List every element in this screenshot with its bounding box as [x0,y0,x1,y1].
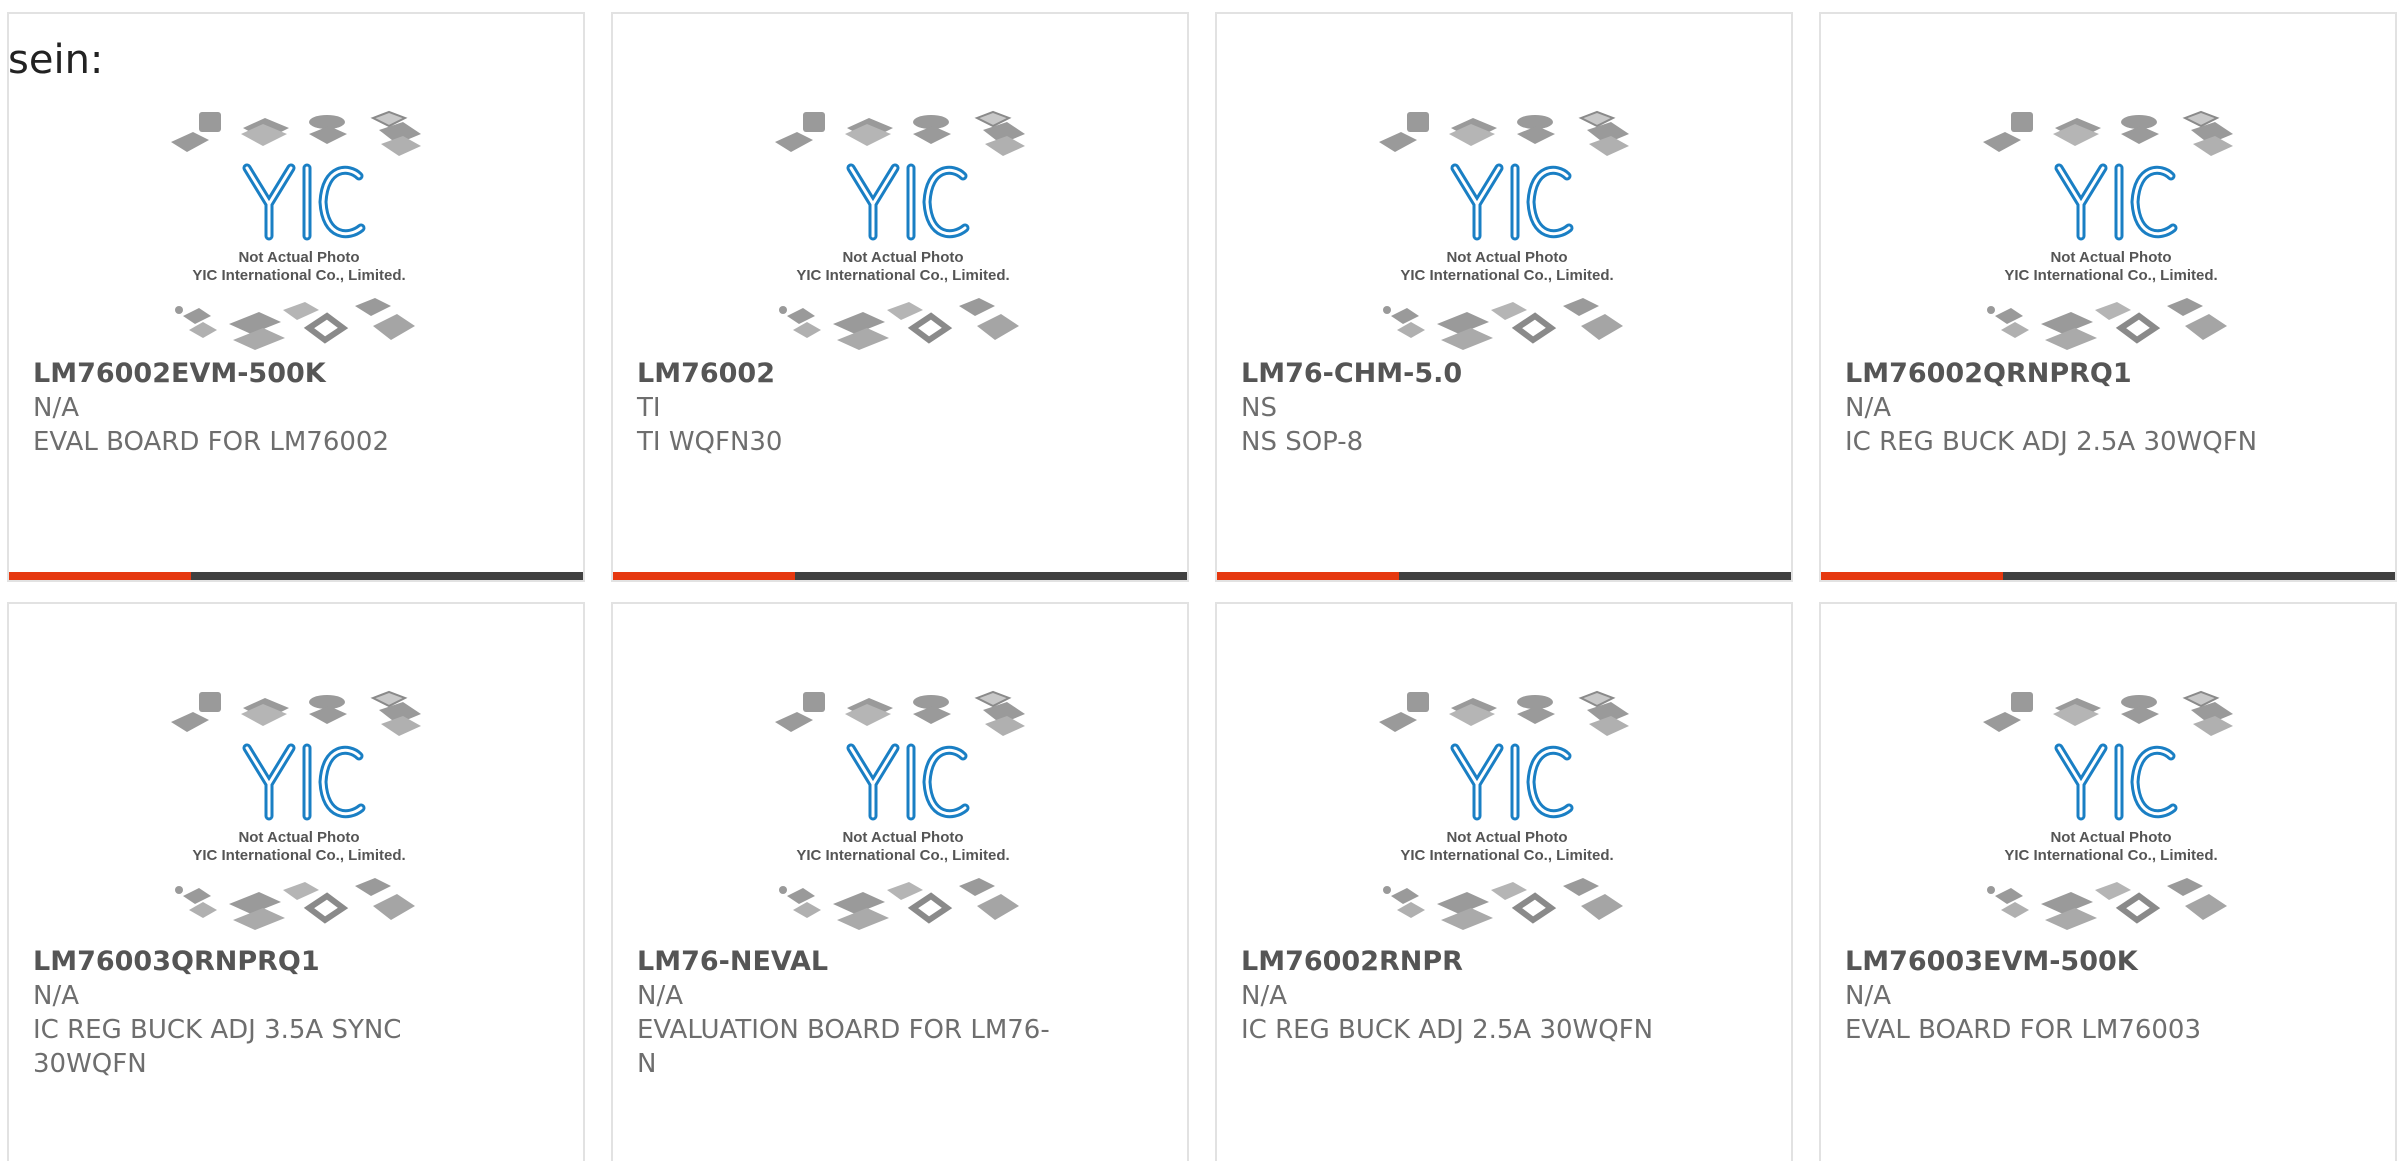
caption-line2: YIC International Co., Limited. [1400,847,1613,864]
product-placeholder-image[interactable]: Not Actual Photo YIC International Co., … [1367,104,1647,354]
caption-line2: YIC International Co., Limited. [796,267,1009,284]
card-accent-bar [1821,572,2003,580]
product-info: LM76002QRNPRQ1 N/A IC REG BUCK ADJ 2.5A … [1845,357,2365,459]
product-grid-page: sein: Not Actual Photo YIC International… [0,0,2400,1161]
manufacturer: N/A [33,393,79,423]
lead-text: sein: [8,37,104,83]
caption-line1: Not Actual Photo [238,829,359,846]
card-accent-bar [613,572,795,580]
product-description: EVAL BOARD FOR LM76003 [1845,1015,2201,1045]
caption-line2: YIC International Co., Limited. [1400,267,1613,284]
product-placeholder-image[interactable]: Not Actual Photo YIC International Co., … [1971,104,2251,354]
product-description: TI WQFN30 [637,427,783,457]
product-description: NS SOP-8 [1241,427,1364,457]
product-card[interactable]: Not Actual Photo YIC International Co., … [7,12,585,582]
product-card[interactable]: Not Actual Photo YIC International Co., … [7,602,585,1161]
caption-line2: YIC International Co., Limited. [2004,267,2217,284]
caption-line2: YIC International Co., Limited. [796,847,1009,864]
card-accent-bar [1217,572,1399,580]
product-placeholder-image[interactable]: Not Actual Photo YIC International Co., … [159,684,439,934]
caption-line1: Not Actual Photo [2050,829,2171,846]
card-accent-bar [9,572,191,580]
part-number[interactable]: LM76-CHM-5.0 [1241,357,1761,391]
part-number[interactable]: LM76002 [637,357,1157,391]
manufacturer: N/A [1845,981,1891,1011]
manufacturer: TI [637,393,661,423]
part-number[interactable]: LM76003QRNPRQ1 [33,945,553,979]
card-bottom-bar [613,572,1187,580]
manufacturer: N/A [1845,393,1891,423]
caption-line1: Not Actual Photo [842,249,963,266]
caption-line2: YIC International Co., Limited. [2004,847,2217,864]
caption-line1: Not Actual Photo [842,829,963,846]
manufacturer: NS [1241,393,1277,423]
product-card[interactable]: Not Actual Photo YIC International Co., … [1215,602,1793,1161]
product-placeholder-image[interactable]: Not Actual Photo YIC International Co., … [763,684,1043,934]
product-placeholder-image[interactable]: Not Actual Photo YIC International Co., … [763,104,1043,354]
part-number[interactable]: LM76003EVM-500K [1845,945,2365,979]
part-number[interactable]: LM76002EVM-500K [33,357,553,391]
caption-line2: YIC International Co., Limited. [192,847,405,864]
product-card[interactable]: Not Actual Photo YIC International Co., … [1819,12,2397,582]
product-description: EVAL BOARD FOR LM76002 [33,427,389,457]
product-info: LM76003QRNPRQ1 N/A IC REG BUCK ADJ 3.5A … [33,945,553,1081]
product-info: LM76002EVM-500K N/A EVAL BOARD FOR LM760… [33,357,553,459]
product-card[interactable]: Not Actual Photo YIC International Co., … [611,12,1189,582]
caption-line1: Not Actual Photo [1446,829,1567,846]
product-description: IC REG BUCK ADJ 3.5A SYNC 30WQFN [33,1015,402,1079]
card-bottom-bar [1217,572,1791,580]
part-number[interactable]: LM76-NEVAL [637,945,1157,979]
product-placeholder-image[interactable]: Not Actual Photo YIC International Co., … [159,104,439,354]
caption-line1: Not Actual Photo [2050,249,2171,266]
product-placeholder-image[interactable]: Not Actual Photo YIC International Co., … [1367,684,1647,934]
caption-line1: Not Actual Photo [1446,249,1567,266]
caption-line2: YIC International Co., Limited. [192,267,405,284]
manufacturer: N/A [33,981,79,1011]
part-number[interactable]: LM76002RNPR [1241,945,1761,979]
product-info: LM76002 TI TI WQFN30 [637,357,1157,459]
manufacturer: N/A [637,981,683,1011]
product-placeholder-image[interactable]: Not Actual Photo YIC International Co., … [1971,684,2251,934]
product-description: EVALUATION BOARD FOR LM76-N [637,1015,1050,1079]
product-info: LM76002RNPR N/A IC REG BUCK ADJ 2.5A 30W… [1241,945,1761,1047]
card-bottom-bar [1821,572,2395,580]
product-card[interactable]: Not Actual Photo YIC International Co., … [1819,602,2397,1161]
part-number[interactable]: LM76002QRNPRQ1 [1845,357,2365,391]
caption-line1: Not Actual Photo [238,249,359,266]
product-info: LM76-NEVAL N/A EVALUATION BOARD FOR LM76… [637,945,1157,1081]
product-card[interactable]: Not Actual Photo YIC International Co., … [1215,12,1793,582]
manufacturer: N/A [1241,981,1287,1011]
product-info: LM76003EVM-500K N/A EVAL BOARD FOR LM760… [1845,945,2365,1047]
product-info: LM76-CHM-5.0 NS NS SOP-8 [1241,357,1761,459]
product-description: IC REG BUCK ADJ 2.5A 30WQFN [1241,1015,1654,1045]
card-bottom-bar [9,572,583,580]
product-description: IC REG BUCK ADJ 2.5A 30WQFN [1845,427,2258,457]
product-card[interactable]: Not Actual Photo YIC International Co., … [611,602,1189,1161]
